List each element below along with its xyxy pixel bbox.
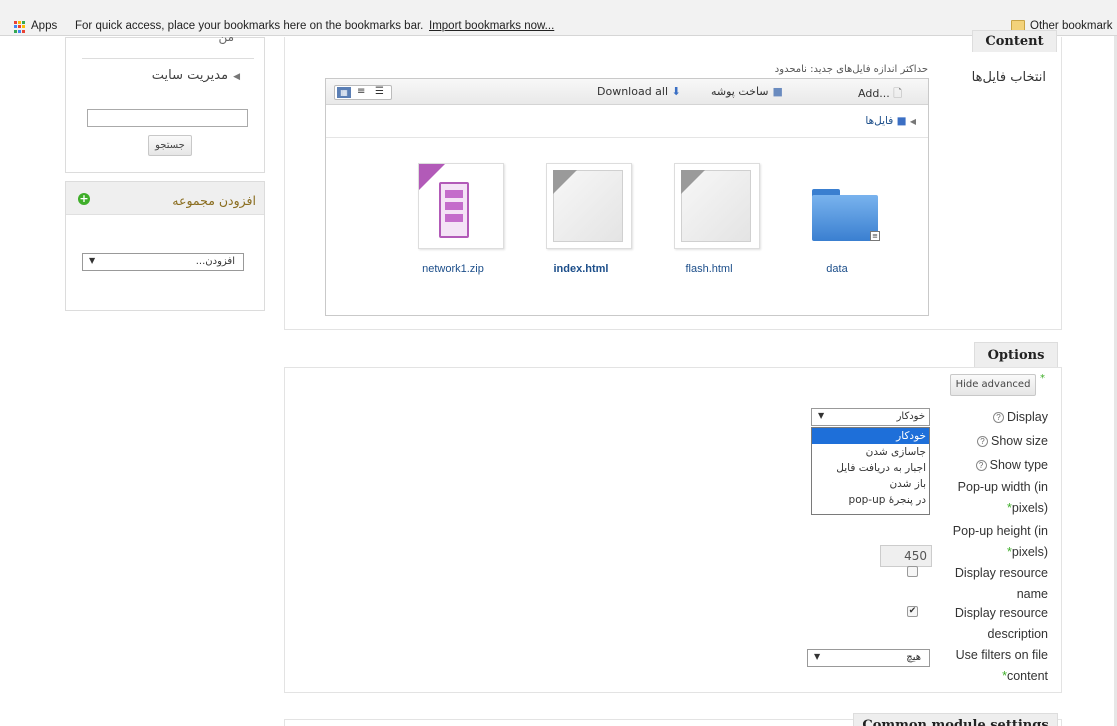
file-item[interactable]: network1.zip: [398, 163, 508, 275]
zip-archive-icon: [418, 163, 504, 249]
help-icon[interactable]: ?: [975, 460, 987, 471]
bookmarks-bar: Apps For quick access, place your bookma…: [0, 0, 1117, 36]
bookmarks-hint: For quick access, place your bookmarks h…: [75, 20, 424, 32]
collapse-arrow-icon: ◀: [233, 72, 240, 82]
import-bookmarks-link[interactable]: Import bookmarks now...: [429, 20, 554, 32]
html-file-icon: [674, 163, 760, 249]
download-arrow-icon: ⬇: [671, 85, 681, 98]
add-block-select[interactable]: ▼ افزودن...: [82, 253, 244, 271]
add-block-select-value: افزودن...: [195, 256, 235, 267]
grid-view-icon[interactable]: ▦: [337, 87, 351, 98]
display-name-checkbox[interactable]: [907, 566, 918, 577]
tree-view-icon[interactable]: ☰: [375, 86, 384, 97]
required-marker: *: [1040, 373, 1045, 384]
display-option[interactable]: در پنجرهٔ pop-up: [812, 492, 929, 508]
help-icon[interactable]: ?: [977, 436, 989, 447]
folder-info-icon[interactable]: ≡: [870, 231, 880, 241]
file-item[interactable]: flash.html: [654, 163, 764, 275]
new-folder-icon: ■: [772, 85, 783, 98]
add-plus-icon[interactable]: +: [78, 193, 90, 205]
file-name: data: [826, 263, 848, 275]
file-name: index.html: [553, 263, 609, 275]
display-description-checkbox[interactable]: ✔: [907, 606, 918, 617]
popup-height-input[interactable]: 450: [880, 545, 932, 567]
display-option[interactable]: خودکار: [812, 428, 929, 444]
download-all-button[interactable]: Download all ⬇: [597, 85, 681, 98]
folder-icon: ≡: [810, 163, 882, 249]
site-admin-item[interactable]: ◀ مدیریت سایت: [152, 68, 240, 83]
select-files-label: انتخاب فایل‌ها: [971, 70, 1046, 85]
filters-select-value: هیچ: [906, 652, 921, 663]
help-icon[interactable]: ?: [993, 412, 1004, 423]
content-tab[interactable]: Content: [972, 30, 1057, 52]
search-input[interactable]: [87, 109, 248, 127]
popup-height-label: Pop-up height (in *pixels): [952, 524, 1048, 559]
file-item[interactable]: ≡ data: [782, 163, 892, 275]
display-name-label: Display resource name: [954, 566, 1048, 601]
apps-shortcut[interactable]: Apps: [31, 20, 57, 32]
max-size-note: حداکثر اندازه فایل‌های جدید: نامحدود: [774, 64, 928, 75]
file-item[interactable]: index.html: [526, 163, 636, 275]
file-name: network1.zip: [422, 263, 484, 275]
site-admin-label: مدیریت سایت: [151, 68, 229, 83]
display-description-label: Display resource description: [954, 606, 1048, 641]
breadcrumb-folder-icon: ■: [896, 115, 907, 127]
breadcrumb-arrow-icon: ◀: [909, 117, 916, 126]
add-file-label: Add...: [858, 87, 890, 100]
options-tab[interactable]: Options: [974, 342, 1058, 367]
create-folder-button[interactable]: ■ساخت پوشه: [711, 85, 783, 98]
create-folder-label: ساخت پوشه: [711, 85, 769, 98]
breadcrumb[interactable]: ◀ ■ فایل‌ها: [865, 115, 916, 127]
file-picker: ▦ ≡ ☰ Download all ⬇ ■ساخت پوشه Add... 🗋…: [325, 78, 929, 316]
add-block-panel: + افزودن مجموعه ▼ افزودن...: [65, 181, 265, 311]
display-select-value: خودکار: [896, 411, 925, 422]
popup-width-label: Pop-up width (in *pixels): [957, 480, 1048, 515]
download-all-label: Download all: [597, 85, 669, 98]
filters-select[interactable]: ▼ هیچ: [807, 649, 930, 667]
hide-advanced-button[interactable]: Hide advanced: [950, 374, 1036, 396]
file-name: flash.html: [685, 263, 733, 275]
view-switcher: ▦ ≡ ☰: [334, 85, 392, 100]
search-button[interactable]: جستجو: [148, 135, 192, 156]
display-option[interactable]: جاسازی شدن: [812, 444, 929, 460]
html-file-icon: [546, 163, 632, 249]
display-select[interactable]: ▼ خودکار: [811, 408, 930, 426]
dropdown-arrow-icon: ▼: [89, 256, 96, 265]
dropdown-arrow-icon: ▼: [818, 411, 825, 420]
dropdown-arrow-icon: ▼: [814, 652, 821, 661]
navigation-block: من ◀ مدیریت سایت جستجو: [65, 30, 265, 173]
file-picker-toolbar: ▦ ≡ ☰ Download all ⬇ ■ساخت پوشه Add... 🗋: [326, 79, 928, 105]
filters-label: Use filters on file *content: [955, 648, 1048, 683]
add-file-icon: 🗋: [893, 87, 903, 100]
show-size-label: ? Show size: [977, 431, 1048, 452]
common-settings-tab[interactable]: Common module settings: [853, 713, 1058, 726]
display-option[interactable]: باز شدن: [812, 476, 929, 492]
add-block-title: افزودن مجموعه: [172, 193, 256, 208]
breadcrumb-label: فایل‌ها: [865, 115, 894, 127]
apps-grid-icon[interactable]: [14, 21, 26, 33]
list-view-icon[interactable]: ≡: [357, 86, 365, 97]
nav-item-cut: من: [218, 30, 234, 44]
options-section: [284, 367, 1062, 693]
display-label: ? Display: [993, 407, 1048, 428]
display-option[interactable]: اجبار به دریافت فایل: [812, 460, 929, 476]
show-type-label: ? Show type: [975, 455, 1048, 476]
display-dropdown-list: خودکار جاسازی شدن اجبار به دریافت فایل ب…: [811, 427, 930, 515]
add-file-button[interactable]: Add... 🗋: [858, 85, 902, 104]
